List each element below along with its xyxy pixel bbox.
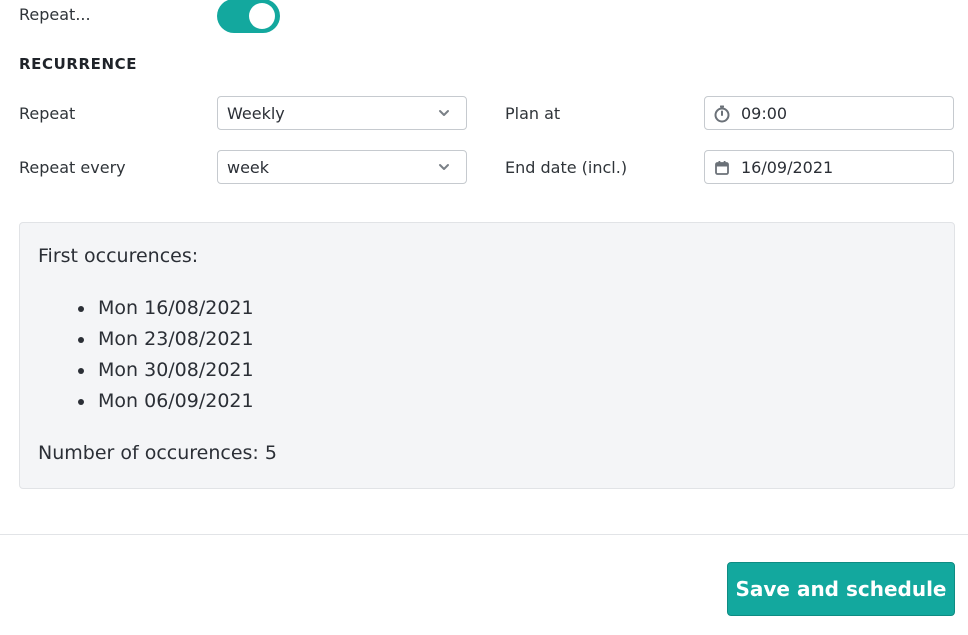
plan-at-value: 09:00 — [741, 104, 788, 123]
list-item: Mon 06/09/2021 — [78, 389, 254, 420]
toggle-knob — [249, 3, 275, 29]
occurrence-date: Mon 06/09/2021 — [98, 390, 254, 412]
bullet-icon — [78, 337, 84, 343]
repeat-select-value: Weekly — [227, 104, 285, 123]
bullet-icon — [78, 399, 84, 405]
list-item: Mon 30/08/2021 — [78, 358, 254, 389]
stopwatch-icon — [714, 105, 730, 123]
recurrence-section-title: RECURRENCE — [19, 55, 138, 73]
plan-at-label: Plan at — [505, 104, 561, 123]
chevron-down-icon — [439, 164, 449, 170]
save-and-schedule-button[interactable]: Save and schedule — [727, 562, 955, 616]
plan-at-time-field[interactable]: 09:00 — [704, 96, 954, 130]
bullet-icon — [78, 306, 84, 312]
end-date-field[interactable]: 16/09/2021 — [704, 150, 954, 184]
occurrence-date: Mon 16/08/2021 — [98, 297, 254, 319]
occurrences-list: Mon 16/08/2021 Mon 23/08/2021 Mon 30/08/… — [78, 296, 254, 420]
repeat-toggle-label: Repeat... — [19, 5, 91, 24]
calendar-icon — [715, 161, 729, 175]
repeat-toggle[interactable] — [217, 0, 280, 33]
footer-divider — [0, 534, 968, 535]
occurrence-date: Mon 30/08/2021 — [98, 359, 254, 381]
repeat-every-label: Repeat every — [19, 158, 126, 177]
chevron-down-icon — [439, 110, 449, 116]
bullet-icon — [78, 368, 84, 374]
list-item: Mon 16/08/2021 — [78, 296, 254, 327]
repeat-every-select[interactable]: week — [217, 150, 467, 184]
occurrence-date: Mon 23/08/2021 — [98, 328, 254, 350]
repeat-every-select-value: week — [227, 158, 270, 177]
occurrences-count: Number of occurences: 5 — [38, 442, 277, 464]
end-date-value: 16/09/2021 — [741, 158, 834, 177]
occurrences-heading: First occurences: — [38, 245, 199, 267]
end-date-label: End date (incl.) — [505, 158, 628, 177]
repeat-select[interactable]: Weekly — [217, 96, 467, 130]
repeat-label: Repeat — [19, 104, 76, 123]
list-item: Mon 23/08/2021 — [78, 327, 254, 358]
